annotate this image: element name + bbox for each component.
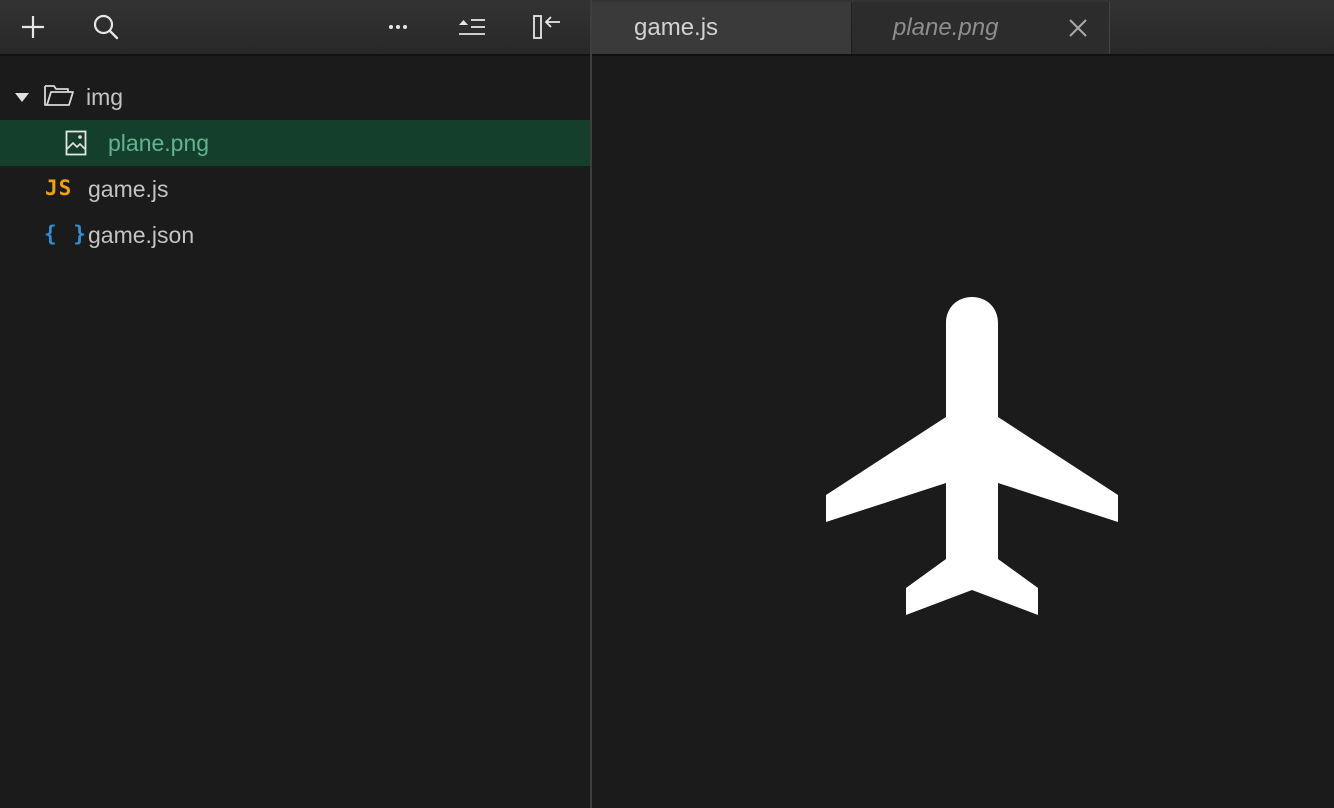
tab-label: game.js <box>634 14 719 41</box>
tree-folder-img[interactable]: img <box>0 74 590 120</box>
plus-icon <box>22 16 44 38</box>
new-file-button[interactable] <box>11 0 55 54</box>
top-bar: game.js plane.png <box>0 0 1334 56</box>
file-explorer: img plane.png JS game.js { } game.json <box>0 56 590 808</box>
more-button[interactable] <box>376 0 420 54</box>
image-preview-pane <box>592 56 1334 808</box>
airplane-icon <box>826 297 1118 615</box>
tree-item-label: plane.png <box>108 129 210 156</box>
tab-game-js[interactable]: game.js <box>592 2 852 54</box>
sidebar-toolbar <box>0 0 590 54</box>
close-icon[interactable] <box>1067 17 1089 39</box>
search-icon <box>93 14 119 40</box>
tree-file-plane-png[interactable]: plane.png <box>0 120 590 166</box>
chevron-down-icon[interactable] <box>14 92 30 104</box>
tree-item-label: game.json <box>88 221 195 248</box>
panel-collapse-icon <box>533 15 560 39</box>
folder-open-icon <box>43 82 75 108</box>
search-button[interactable] <box>84 0 128 54</box>
editor-tabs: game.js plane.png <box>592 2 1334 54</box>
image-file-icon <box>65 130 87 156</box>
tab-plane-png[interactable]: plane.png <box>853 2 1110 54</box>
hide-sidebar-button[interactable] <box>525 0 569 54</box>
tab-label: plane.png <box>893 14 999 41</box>
tree-file-game-js[interactable]: JS game.js <box>0 166 590 212</box>
ide-window: game.js plane.png img plane.png JS game.… <box>0 0 1334 808</box>
json-file-icon: { } <box>44 222 88 246</box>
tree-item-label: img <box>86 83 124 110</box>
collapse-list-icon <box>459 19 485 35</box>
collapse-all-button[interactable] <box>450 0 494 54</box>
js-file-icon: JS <box>45 176 73 200</box>
tree-item-label: game.js <box>88 175 169 202</box>
more-icon <box>389 25 407 29</box>
tree-file-game-json[interactable]: { } game.json <box>0 212 590 258</box>
